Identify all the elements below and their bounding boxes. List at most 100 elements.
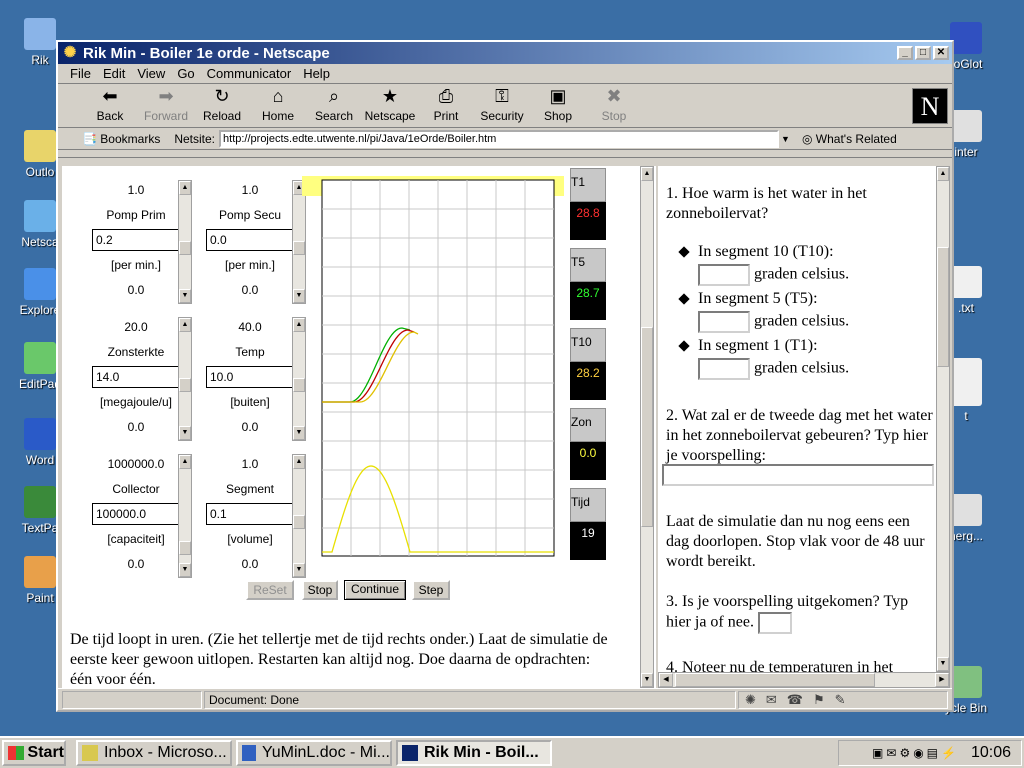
stop-button[interactable]: Stop xyxy=(302,580,338,600)
desktop-icon-image xyxy=(24,418,56,450)
status-bar: Document: Done ✺✉☎⚑✎ xyxy=(58,688,952,710)
segment-temperature-input[interactable] xyxy=(698,358,750,380)
reset-button[interactable]: ReSet xyxy=(246,580,294,600)
minimize-button[interactable]: _ xyxy=(897,46,913,60)
slider-thumb[interactable] xyxy=(179,241,191,255)
home-button[interactable]: ⌂ Home xyxy=(250,85,306,123)
sensor-value-t1: 28.8 xyxy=(570,202,606,240)
slider-down-arrow[interactable]: ▼ xyxy=(179,426,191,440)
control-value-input[interactable] xyxy=(92,366,180,388)
slider-down-arrow[interactable]: ▼ xyxy=(179,289,191,303)
scroll-up-arrow[interactable]: ▲ xyxy=(641,167,653,181)
personal-toolbar-collapsed[interactable] xyxy=(58,150,952,158)
print-button[interactable]: ⎙ Print xyxy=(418,85,474,123)
continue-button[interactable]: Continue xyxy=(344,580,406,600)
instructions-text: De tijd loopt in uren. (Zie het tellertj… xyxy=(70,631,608,688)
toolbar-button-label: Print xyxy=(433,109,459,123)
segment-answer-row: graden celsius. xyxy=(698,358,950,380)
search-button[interactable]: ⌕ Search xyxy=(306,85,362,123)
prediction-input[interactable] xyxy=(662,464,934,486)
scroll-thumb[interactable] xyxy=(641,327,653,527)
h-scroll-thumb[interactable] xyxy=(675,673,875,687)
slider-max-value: 1.0 xyxy=(241,183,259,197)
menu-view[interactable]: View xyxy=(131,66,171,81)
scroll-up-arrow[interactable]: ▲ xyxy=(937,167,949,181)
menu-help[interactable]: Help xyxy=(297,66,336,81)
control-value-input[interactable] xyxy=(206,229,294,251)
questions-vertical-scrollbar[interactable]: ▲ ▼ xyxy=(936,166,950,672)
menu-edit[interactable]: Edit xyxy=(97,66,131,81)
title-bar[interactable]: ✺ Rik Min - Boiler 1e orde - Netscape _ … xyxy=(58,42,952,64)
desktop-icon-image xyxy=(950,110,982,142)
reload-button[interactable]: ↻ Reload xyxy=(194,85,250,123)
scroll-down-arrow[interactable]: ▼ xyxy=(937,657,949,671)
url-input[interactable] xyxy=(219,129,780,148)
bookmark-icon: 📑 xyxy=(82,131,97,146)
back-button[interactable]: ⬅ Back xyxy=(82,85,138,123)
menu-communicator[interactable]: Communicator xyxy=(201,66,298,81)
value-slider[interactable]: ▲ ▼ xyxy=(178,180,192,304)
status-security-area[interactable] xyxy=(62,690,202,709)
slider-up-arrow[interactable]: ▲ xyxy=(179,181,191,195)
taskbar-task[interactable]: Inbox - Microso... xyxy=(76,740,232,766)
taskbar-task[interactable]: YuMinL.doc - Mi... xyxy=(236,740,392,766)
netscape-window: ✺ Rik Min - Boiler 1e orde - Netscape _ … xyxy=(56,40,954,712)
menu-go[interactable]: Go xyxy=(171,66,200,81)
slider-thumb[interactable] xyxy=(179,378,191,392)
control-input-row xyxy=(198,228,302,253)
menu-file[interactable]: File xyxy=(64,66,97,81)
applet-frame-scrollbar[interactable]: ▲ ▼ xyxy=(640,166,654,688)
control-value-input[interactable] xyxy=(206,366,294,388)
value-slider[interactable]: ▲ ▼ xyxy=(178,317,192,441)
slider-up-arrow[interactable]: ▲ xyxy=(179,455,191,469)
toolbar-button-label: Stop xyxy=(601,109,627,123)
control-value-input[interactable] xyxy=(92,503,180,525)
netscape-logo[interactable]: N xyxy=(912,88,948,124)
url-dropdown-arrow[interactable]: ▼ xyxy=(781,134,790,144)
status-text: Document: Done xyxy=(204,690,736,709)
control-unit: [buiten] xyxy=(230,395,270,409)
stop-button[interactable]: ✖ Stop xyxy=(586,85,642,123)
task-app-icon xyxy=(402,745,418,761)
control-value-input[interactable] xyxy=(92,229,180,251)
desktop-icon-image xyxy=(950,494,982,526)
scroll-right-arrow[interactable]: ▶ xyxy=(935,673,949,687)
slider-min-value: 0.0 xyxy=(127,557,145,571)
whats-related-button[interactable]: ◎ What's Related xyxy=(802,132,897,146)
sensor-label-t5: T5 xyxy=(570,248,606,282)
slider-thumb[interactable] xyxy=(179,541,191,555)
slider-down-arrow[interactable]: ▼ xyxy=(179,563,191,577)
tray-icons[interactable]: ▣✉⚙◉▤⚡ xyxy=(872,746,959,760)
control-value-input[interactable] xyxy=(206,503,294,525)
netscape-button[interactable]: ★ Netscape xyxy=(362,85,418,123)
bookmarks-button[interactable]: 📑 Bookmarks xyxy=(82,132,160,146)
toolbar-button-label: Security xyxy=(480,109,524,123)
slider-control-collector: 1000000.0 Collector [capaciteit] 0.0 xyxy=(84,452,188,577)
control-unit: [capaciteit] xyxy=(107,532,165,546)
forward-button[interactable]: ➡ Forward xyxy=(138,85,194,123)
segment-answer-row: graden celsius. xyxy=(698,264,950,286)
desktop-icon-image xyxy=(24,486,56,518)
value-slider[interactable]: ▲ ▼ xyxy=(178,454,192,578)
shop-button[interactable]: ▣ Shop xyxy=(530,85,586,123)
slider-down-arrow[interactable]: ▼ xyxy=(293,563,305,577)
segment-temperature-input[interactable] xyxy=(698,311,750,333)
close-button[interactable]: ✕ xyxy=(933,46,949,60)
scroll-thumb[interactable] xyxy=(937,247,949,367)
maximize-button[interactable]: □ xyxy=(915,46,931,60)
sensor-label-t1: T1 xyxy=(570,168,606,202)
start-button[interactable]: Start xyxy=(2,740,66,766)
control-name: Temp xyxy=(235,345,265,359)
scroll-left-arrow[interactable]: ◀ xyxy=(659,673,673,687)
step-button[interactable]: Step xyxy=(412,580,450,600)
location-toolbar: 📑 Bookmarks Netsite: ▼ ◎ What's Related xyxy=(58,128,952,150)
component-bar[interactable]: ✺✉☎⚑✎ xyxy=(738,690,948,709)
slider-up-arrow[interactable]: ▲ xyxy=(179,318,191,332)
questions-horizontal-scrollbar[interactable]: ◀ ▶ xyxy=(658,672,950,688)
yes-no-input[interactable] xyxy=(757,612,792,634)
scroll-down-arrow[interactable]: ▼ xyxy=(641,673,653,687)
taskbar-task[interactable]: Rik Min - Boil... xyxy=(396,740,552,766)
security-button[interactable]: ⚿ Security xyxy=(474,85,530,123)
control-name: Segment xyxy=(225,482,275,496)
segment-temperature-input[interactable] xyxy=(698,264,750,286)
